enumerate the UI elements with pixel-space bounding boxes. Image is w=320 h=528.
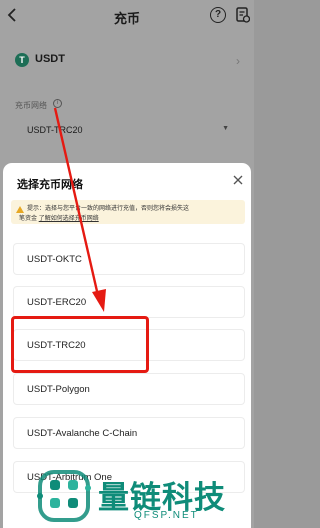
header: 充币 ?	[0, 0, 254, 32]
network-option-avalanche[interactable]: USDT-Avalanche C-Chain	[13, 417, 245, 449]
sheet-title: 选择充币网络	[17, 179, 83, 191]
network-option-polygon[interactable]: USDT-Polygon	[13, 373, 245, 405]
caret-down-icon: ▼	[222, 125, 229, 132]
notice-text-prefix: 笔资金	[19, 216, 38, 222]
info-icon[interactable]: i	[53, 99, 62, 108]
network-select-value: USDT-TRC20	[27, 125, 83, 135]
network-option-label: USDT-ERC20	[27, 297, 87, 308]
notice-text: 提示：选择与您平台一致的网络进行充值，否则您将会损失这	[27, 206, 190, 212]
deposit-record-icon[interactable]	[236, 7, 250, 23]
warning-icon	[16, 206, 24, 213]
network-option-erc20[interactable]: USDT-ERC20	[13, 286, 245, 318]
watermark-url: QFSP.NET	[134, 510, 199, 521]
close-icon[interactable]	[232, 174, 244, 186]
watermark-logo-icon	[37, 470, 91, 522]
chevron-right-icon: ›	[236, 54, 240, 68]
highlight-box	[11, 316, 149, 373]
notice-text-line2: 笔资金 了解如何选择充币网络	[19, 213, 99, 222]
network-option-oktc[interactable]: USDT-OKTC	[13, 243, 245, 275]
help-icon[interactable]: ?	[210, 7, 226, 23]
usdt-logo-icon: T	[15, 53, 29, 67]
network-option-label: USDT-Avalanche C-Chain	[27, 428, 138, 439]
coin-selector[interactable]: T USDT ›	[0, 44, 254, 76]
warning-notice: 提示：选择与您平台一致的网络进行充值，否则您将会损失这 笔资金 了解如何选择充币…	[11, 200, 245, 224]
network-select[interactable]: USDT-TRC20 ▼	[15, 118, 239, 142]
coin-name: USDT	[35, 53, 65, 65]
network-label: 充币网络	[15, 101, 47, 110]
learn-network-link[interactable]: 了解如何选择充币网络	[39, 216, 99, 222]
network-option-label: USDT-Polygon	[27, 384, 90, 395]
network-option-label: USDT-OKTC	[27, 254, 82, 265]
watermark: 量链科技 QFSP.NET	[34, 466, 254, 528]
